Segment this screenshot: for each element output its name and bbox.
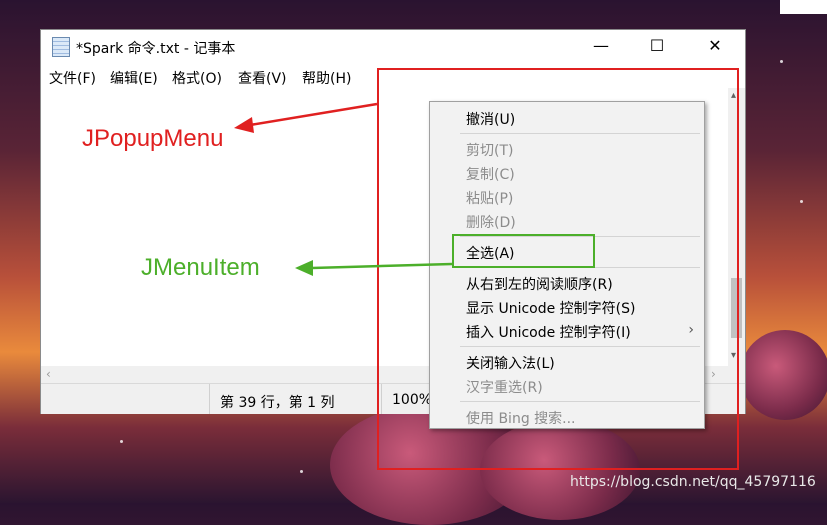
green-arrow-line: [311, 262, 453, 270]
red-arrow-line: [249, 102, 378, 127]
green-arrow-head: [295, 260, 313, 276]
red-arrow-head: [234, 117, 254, 133]
watermark-text: https://blog.csdn.net/qq_45797116: [570, 474, 816, 490]
annotation-arrows: [234, 102, 453, 276]
